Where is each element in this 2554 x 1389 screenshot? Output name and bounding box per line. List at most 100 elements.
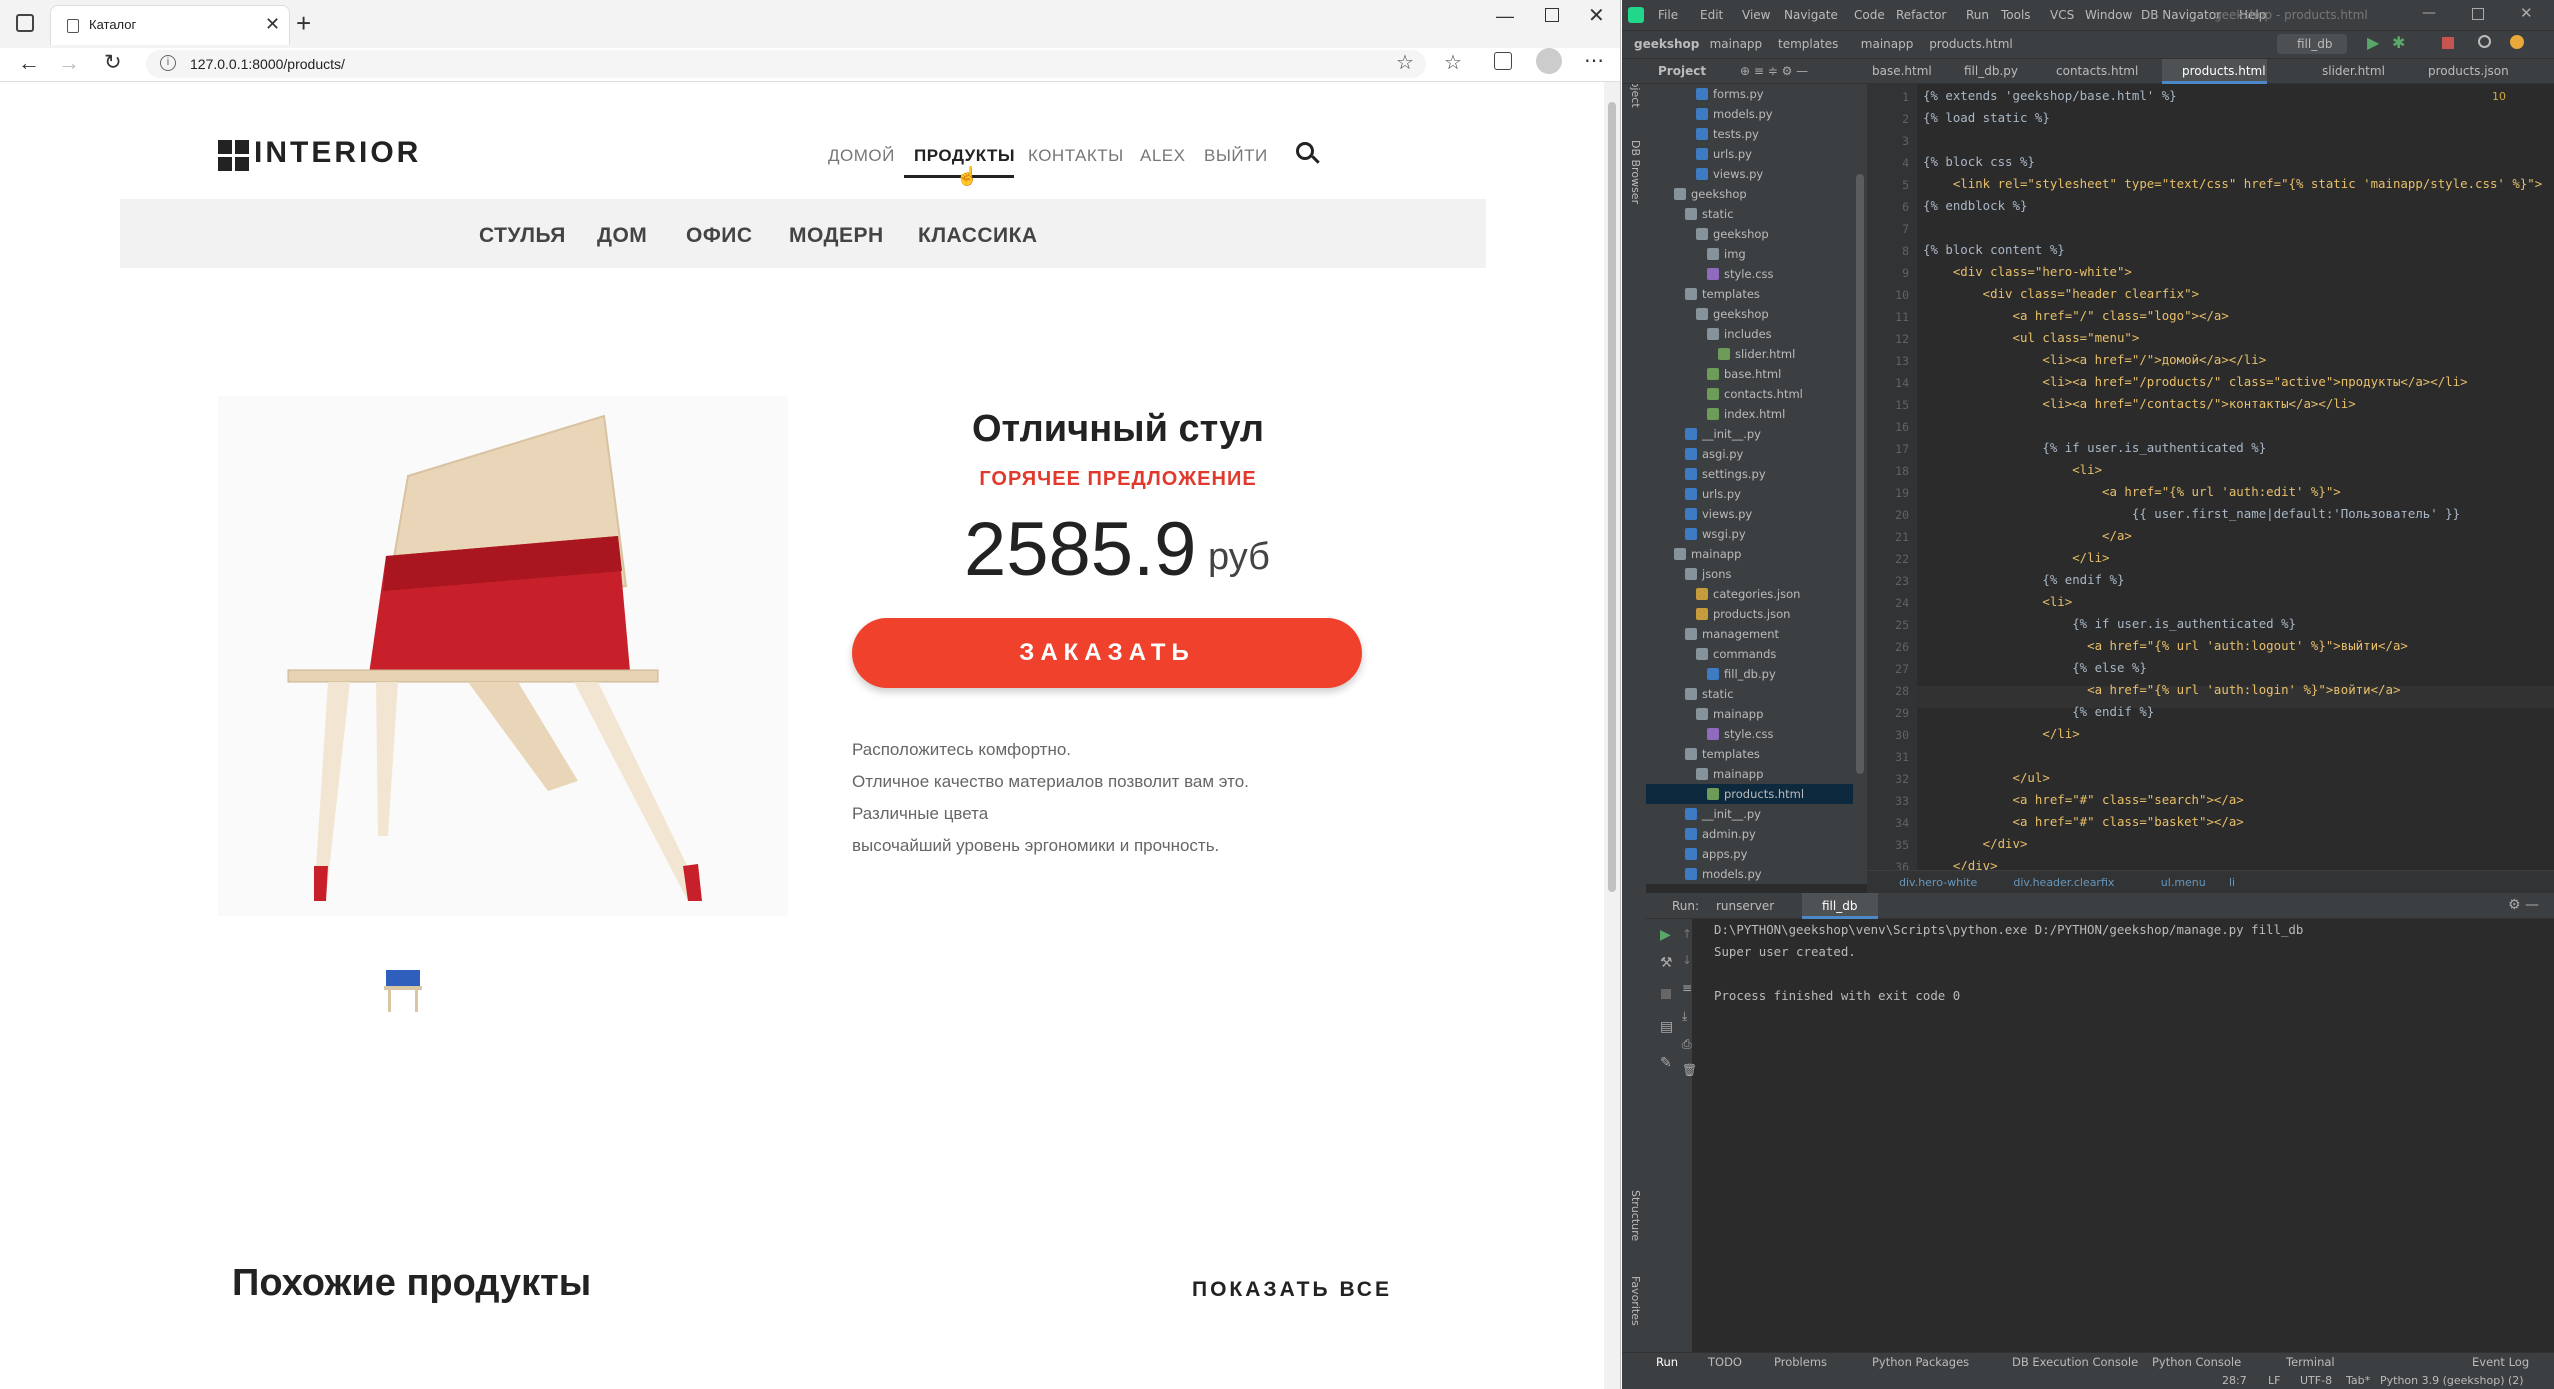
tree-scrollbar[interactable] [1853,84,1867,884]
code-breadcrumb-item[interactable]: div.header.clearfix [2013,876,2114,889]
url-text[interactable]: 127.0.0.1:8000/products/ [190,56,345,72]
tree-item[interactable]: mainapp [1696,704,1763,724]
tree-item[interactable]: static [1685,204,1734,224]
new-tab-icon[interactable]: + [296,8,311,39]
ide-menu-item[interactable]: File [1658,8,1678,22]
tree-item[interactable]: templates [1685,284,1760,304]
warning-count[interactable]: 10 [2492,90,2506,103]
nav-user[interactable]: ALEX [1140,146,1185,166]
tree-item[interactable]: mainapp [1674,544,1741,564]
scroll-end-icon[interactable]: ⤓ [1682,1009,1687,1024]
wrench-icon[interactable]: ⚒ [1660,955,1673,971]
tree-item[interactable]: products.html [1646,784,1853,804]
structure-tool-label[interactable]: Structure [1629,1190,1642,1241]
tree-item[interactable]: views.py [1696,164,1763,184]
ide-breadcrumb-item[interactable]: templates [1778,37,1838,51]
ide-menu-item[interactable]: Navigate [1784,8,1838,22]
status-indent[interactable]: Tab* [2346,1374,2370,1387]
bottom-tab-run[interactable]: Run [1656,1355,1678,1369]
tree-item[interactable]: slider.html [1718,344,1795,364]
tab-contacts-html[interactable]: contacts.html [2056,59,2138,84]
bottom-tab-terminal[interactable]: Terminal [2286,1355,2335,1369]
favorites-bar-icon[interactable]: ☆ [1444,50,1462,75]
tree-item[interactable]: wsgi.py [1685,524,1746,544]
tree-item[interactable]: base.html [1707,364,1781,384]
stop-icon[interactable] [2442,37,2454,49]
layout-icon[interactable]: ▤ [1660,1019,1673,1035]
category-chairs[interactable]: СТУЛЬЯ [479,224,566,248]
nav-contacts[interactable]: КОНТАКТЫ [1028,146,1124,166]
trash-icon[interactable]: 🗑 [1682,1063,1697,1077]
reload-icon[interactable]: ↻ [104,50,122,75]
ide-close-icon[interactable]: ✕ [2520,4,2533,22]
category-office[interactable]: ОФИС [686,224,753,248]
logo-text[interactable]: INTERIOR [254,136,421,170]
run-config-select[interactable]: fill_db [2277,34,2347,54]
run-icon[interactable]: ▶ [2367,33,2379,52]
run-settings-icon[interactable]: ⚙ — [2508,897,2539,913]
ide-breadcrumb-item[interactable]: mainapp [1710,37,1763,51]
window-close-icon[interactable]: ✕ [1588,3,1605,28]
debug-icon[interactable]: ✱ [2392,33,2405,52]
ide-maximize-icon[interactable] [2472,8,2484,20]
code-editor[interactable]: {% extends 'geekshop/base.html' %} {% loa… [1917,84,2554,874]
ide-menu-item[interactable]: Tools [2001,8,2031,22]
update-icon[interactable] [2510,35,2524,49]
run-tab-fill-db[interactable]: fill_db [1822,899,1857,913]
tree-item[interactable]: settings.py [1685,464,1766,484]
tree-item[interactable]: mainapp [1696,764,1763,784]
project-panel-tools-icon[interactable]: ⊕ ≡ ≑ ⚙ — [1740,64,1808,78]
db-browser-tool-label[interactable]: DB Browser [1629,140,1642,204]
project-panel-title[interactable]: Project [1658,59,1706,84]
show-all-link[interactable]: ПОКАЗАТЬ ВСЕ [1192,1278,1392,1302]
ide-breadcrumb-item[interactable]: products.html [1929,37,2013,51]
tree-item[interactable]: contacts.html [1707,384,1803,404]
nav-home[interactable]: ДОМОЙ [828,146,895,166]
tree-item[interactable]: jsons [1685,564,1732,584]
tree-item[interactable]: style.css [1707,264,1774,284]
tree-item[interactable]: commands [1696,644,1776,664]
run-tab-runserver[interactable]: runserver [1716,899,1774,913]
more-icon[interactable]: ⋯ [1584,48,1604,73]
print-icon[interactable]: ⎙ [1682,1037,1692,1052]
run-stop-icon[interactable] [1661,989,1671,999]
tree-item[interactable]: categories.json [1696,584,1800,604]
minimize-icon[interactable]: — [1496,6,1514,27]
bottom-tab-db-console[interactable]: DB Execution Console [2012,1355,2138,1369]
down-icon[interactable]: ↓ [1682,953,1692,967]
tab-products-json[interactable]: products.json [2428,59,2509,84]
tree-item[interactable]: index.html [1707,404,1785,424]
bottom-tab-problems[interactable]: Problems [1774,1355,1827,1369]
soft-wrap-icon[interactable]: ≡ [1682,981,1692,995]
browser-tab[interactable]: Каталог ✕ [50,5,290,45]
forward-icon[interactable]: → [58,50,80,76]
category-home[interactable]: ДОМ [597,224,647,248]
tree-item[interactable]: includes [1707,324,1772,344]
logo-icon[interactable] [218,140,250,172]
category-modern[interactable]: МОДЕРН [789,224,884,248]
favorites-tool-label[interactable]: Favorites [1629,1276,1642,1326]
tree-item[interactable]: urls.py [1696,144,1752,164]
tree-item[interactable]: geekshop [1696,304,1769,324]
code-breadcrumb-item[interactable]: li [2229,876,2235,889]
collections-icon[interactable] [1494,52,1512,70]
tree-item[interactable]: static [1685,684,1734,704]
tab-products-html[interactable]: products.html [2182,59,2266,84]
favorite-icon[interactable]: ☆ [1396,50,1414,75]
ide-menu-item[interactable]: VCS [2050,8,2074,22]
tree-item[interactable]: models.py [1696,104,1773,124]
tree-item[interactable]: products.json [1696,604,1790,624]
category-classic[interactable]: КЛАССИКА [918,224,1038,248]
ide-menu-item[interactable]: Run [1966,8,1989,22]
ide-menu-item[interactable]: View [1742,8,1770,22]
ide-menu-item[interactable]: DB Navigator [2141,8,2221,22]
tree-item[interactable]: asgi.py [1685,444,1743,464]
tree-item[interactable]: management [1685,624,1779,644]
tree-item[interactable]: geekshop [1696,224,1769,244]
status-encoding[interactable]: UTF-8 [2300,1374,2332,1387]
order-button[interactable]: ЗАКАЗАТЬ [852,618,1362,688]
tree-item[interactable]: urls.py [1685,484,1741,504]
tree-item[interactable]: apps.py [1685,844,1747,864]
profile-avatar[interactable] [1536,48,1562,74]
ide-search-icon[interactable] [2478,35,2491,48]
